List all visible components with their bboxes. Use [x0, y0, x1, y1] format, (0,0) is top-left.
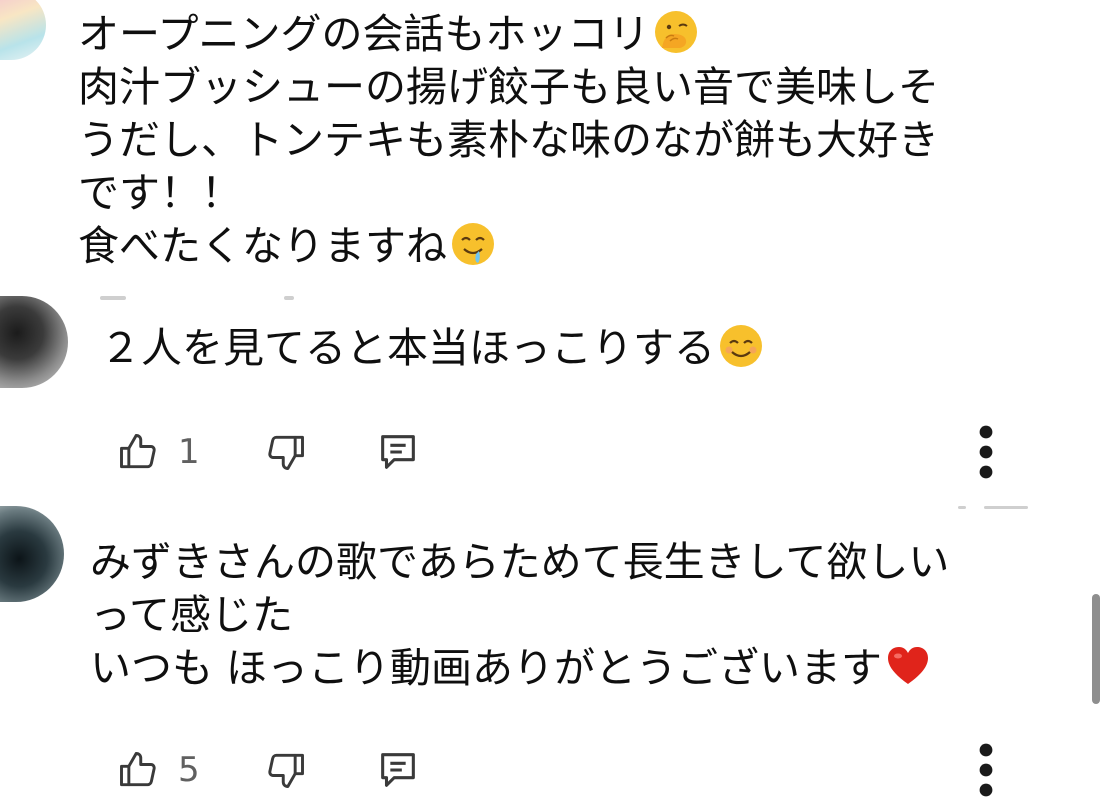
- comment-line: 肉汁ブッシューの揚げ餃子も良い音で美味しそ: [78, 63, 939, 111]
- comment-icon: [381, 435, 415, 469]
- hand-over-mouth-emoji: [654, 11, 697, 53]
- thumbs-up-icon: [120, 434, 156, 469]
- smiling-face-emoji: [720, 325, 762, 367]
- comment-actions: 5: [0, 740, 1115, 800]
- comment-text: みずきさんの歌であらためて長生きして欲しい って感じた いつも ほっこり動画あり…: [90, 536, 1050, 695]
- scrollbar[interactable]: [1092, 594, 1100, 704]
- like-count: 5: [178, 750, 200, 790]
- divider: [958, 506, 966, 509]
- dislike-button[interactable]: [256, 740, 316, 800]
- thumbs-down-icon: [268, 435, 304, 470]
- avatar[interactable]: [0, 506, 64, 602]
- like-count: 1: [178, 432, 200, 472]
- more-options-button[interactable]: [956, 422, 1016, 482]
- divider: [100, 296, 126, 300]
- like-button[interactable]: [108, 422, 168, 482]
- divider: [984, 506, 1028, 509]
- like-button[interactable]: [108, 740, 168, 800]
- reply-button[interactable]: [368, 740, 428, 800]
- comment-line: って感じた: [90, 591, 293, 639]
- comment-line: ２人を見てると本当ほっこりする: [100, 324, 715, 372]
- thumbs-down-icon: [268, 753, 304, 788]
- reply-button[interactable]: [368, 422, 428, 482]
- dislike-button[interactable]: [256, 422, 316, 482]
- comment-line: うだし、トンテキも素朴な味のなが餅も大好き: [78, 116, 939, 164]
- comment-actions: 1: [0, 422, 1115, 482]
- comment-line: 食べたくなりますね: [78, 222, 447, 270]
- more-options-button[interactable]: [956, 740, 1016, 800]
- comment-line: です！！: [78, 169, 242, 217]
- comment-text: オープニングの会話もホッコリ 肉汁ブッシューの揚げ餃子も良い音で美味しそ うだし…: [78, 8, 1038, 273]
- red-heart-emoji: [888, 647, 929, 684]
- drooling-face-emoji: [452, 223, 494, 265]
- comment-line: みずきさんの歌であらためて長生きして欲しい: [90, 538, 950, 586]
- comment-text: ２人を見てると本当ほっこりする: [100, 322, 1020, 375]
- avatar[interactable]: [0, 296, 68, 388]
- divider: [284, 296, 294, 300]
- thumbs-up-icon: [120, 752, 156, 787]
- comment-line: オープニングの会話もホッコリ: [78, 10, 650, 58]
- avatar[interactable]: [0, 0, 46, 60]
- more-vertical-icon: [979, 425, 993, 479]
- comment-icon: [381, 753, 415, 787]
- comment-line: いつも ほっこり動画ありがとうございます: [90, 644, 883, 692]
